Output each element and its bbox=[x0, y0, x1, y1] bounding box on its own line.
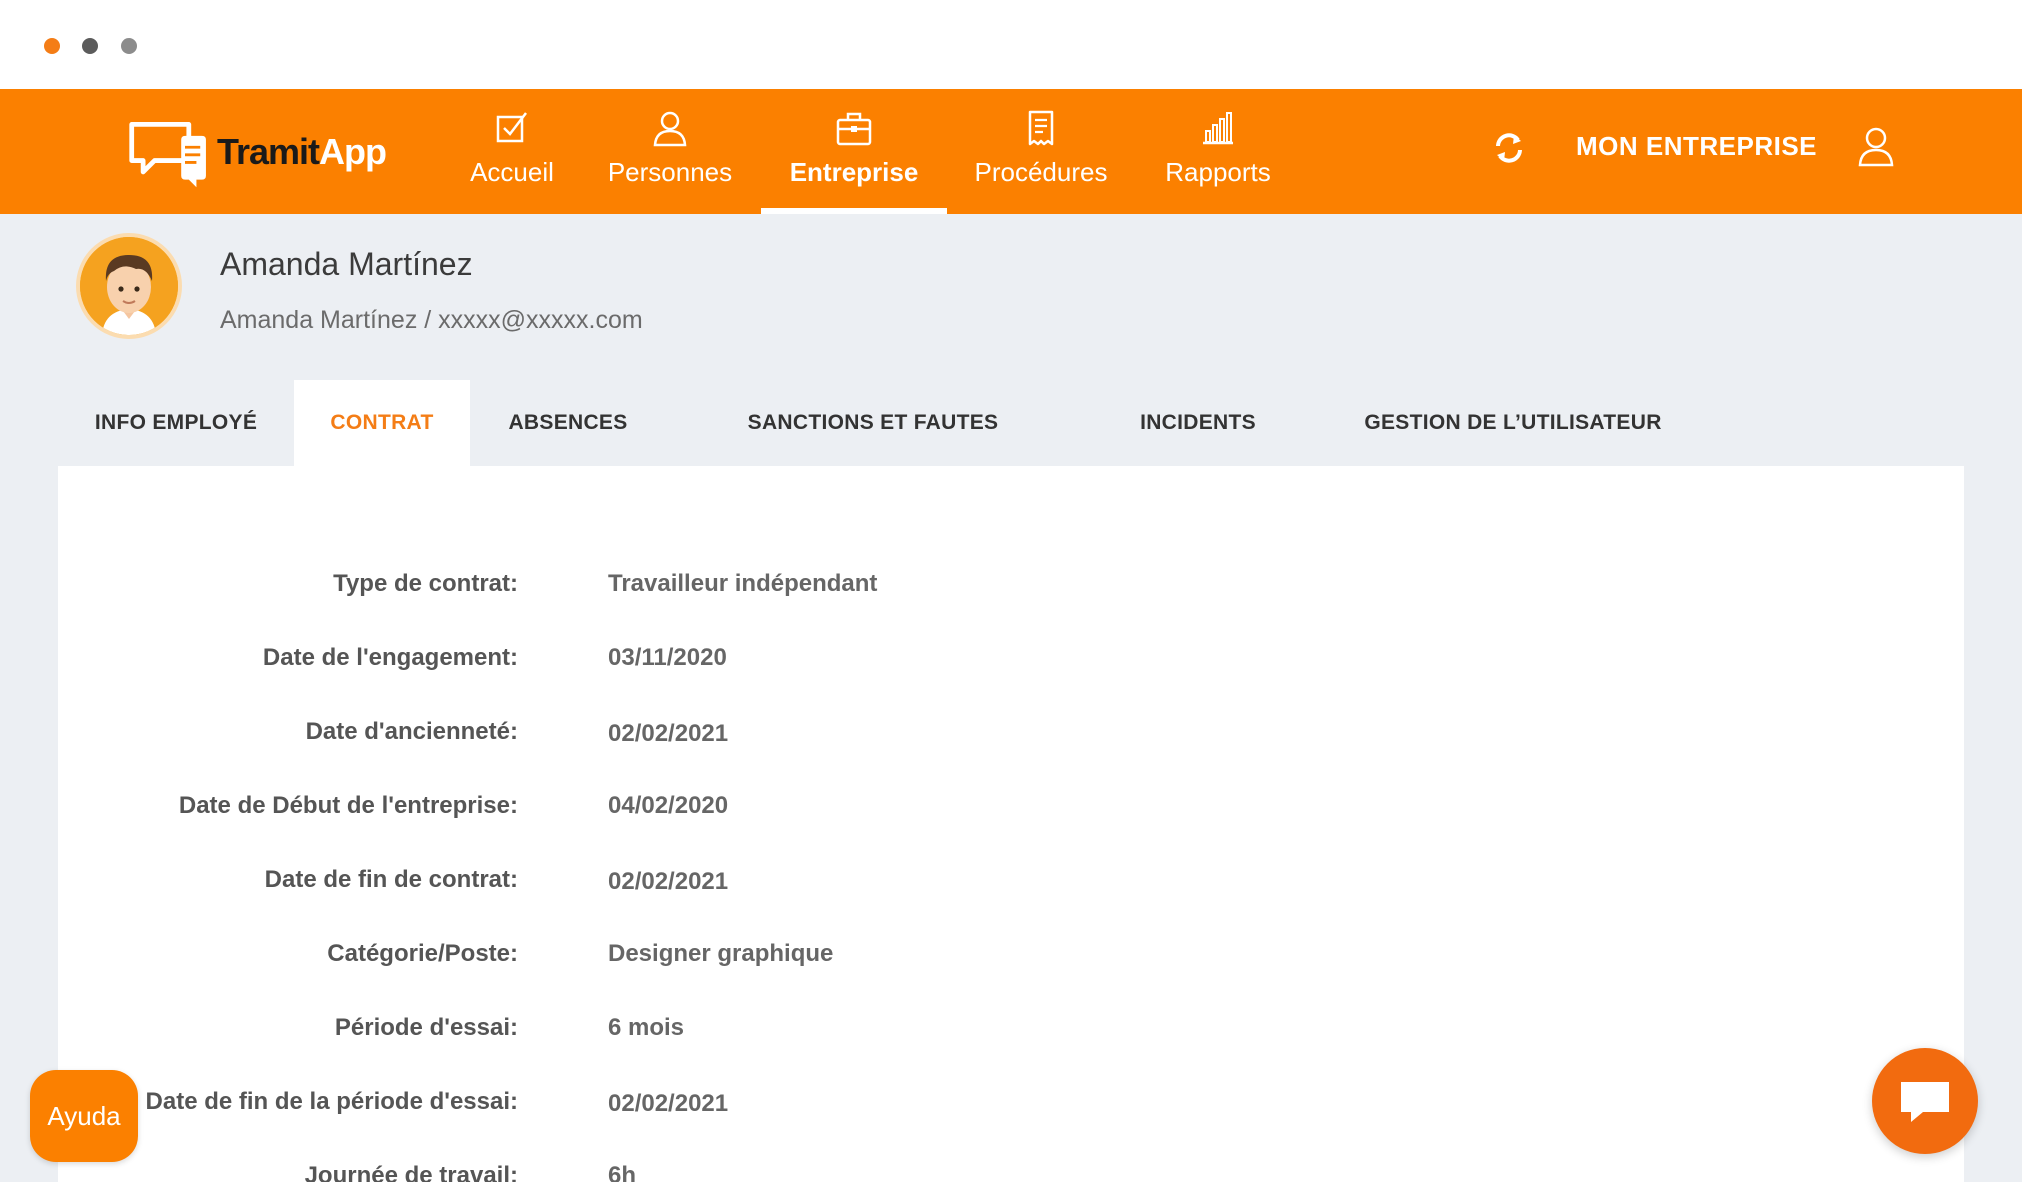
contract-details-panel: Type de contrat: Travailleur indépendant… bbox=[58, 466, 1964, 1182]
person-icon bbox=[652, 109, 688, 147]
help-button[interactable]: Ayuda bbox=[30, 1070, 138, 1162]
nav-label-entreprise: Entreprise bbox=[789, 157, 919, 187]
field-value-date-debut-entreprise: 04/02/2020 bbox=[608, 792, 729, 819]
nav-item-procedures[interactable]: Procédures bbox=[968, 89, 1114, 214]
tab-contrat[interactable]: CONTRAT bbox=[294, 380, 470, 466]
tab-gestion-utilisateur[interactable]: GESTION DE L’UTILISATEUR bbox=[1364, 380, 1661, 466]
window-minimize-dot[interactable] bbox=[82, 38, 98, 54]
field-value-periode-essai: 6 mois bbox=[608, 1014, 685, 1041]
document-icon bbox=[1023, 109, 1059, 147]
field-label-journee-travail: Journée de travail: bbox=[304, 1162, 518, 1182]
user-icon[interactable] bbox=[1856, 125, 1896, 167]
chat-icon bbox=[1901, 1082, 1949, 1122]
checkbox-icon bbox=[494, 109, 530, 147]
nav-item-rapports[interactable]: Rapports bbox=[1160, 89, 1276, 214]
chat-bubbles-logo-icon bbox=[129, 122, 206, 188]
nav-item-personnes[interactable]: Personnes bbox=[602, 89, 738, 214]
top-navigation-bar: TramitApp Accueil Personnes Entreprise P… bbox=[0, 89, 2022, 214]
field-label-date-debut-entreprise: Date de Début de l'entreprise: bbox=[178, 792, 518, 819]
field-label-type-contrat: Type de contrat: bbox=[333, 570, 518, 597]
profile-subtitle: Amanda Martínez / xxxxx@xxxxx.com bbox=[220, 306, 643, 334]
tab-sanctions-et-fautes[interactable]: SANCTIONS ET FAUTES bbox=[728, 380, 1018, 466]
profile-name: Amanda Martínez bbox=[220, 246, 473, 282]
tab-absences[interactable]: ABSENCES bbox=[470, 380, 666, 466]
field-value-journee-travail: 6h bbox=[608, 1162, 637, 1182]
window-titlebar bbox=[0, 0, 2022, 89]
field-label-date-anciennete: Date d'ancienneté: bbox=[305, 718, 518, 745]
nav-label-accueil: Accueil bbox=[470, 157, 554, 187]
company-menu-button[interactable]: MON ENTREPRISE bbox=[1576, 131, 1817, 162]
window-close-dot[interactable] bbox=[44, 38, 60, 54]
bar-chart-icon bbox=[1200, 109, 1236, 147]
tramitapp-logo[interactable]: TramitApp bbox=[126, 109, 387, 195]
window-maximize-dot[interactable] bbox=[121, 38, 137, 54]
field-label-date-engagement: Date de l'engagement: bbox=[262, 644, 518, 671]
field-value-date-engagement: 03/11/2020 bbox=[608, 644, 727, 671]
nav-item-accueil[interactable]: Accueil bbox=[462, 89, 562, 214]
field-value-date-anciennete: 02/02/2021 bbox=[608, 720, 729, 747]
field-label-categorie-poste: Catégorie/Poste: bbox=[327, 940, 518, 967]
briefcase-icon bbox=[836, 109, 872, 147]
nav-label-personnes: Personnes bbox=[607, 157, 733, 187]
field-value-date-fin-contrat: 02/02/2021 bbox=[608, 868, 729, 895]
field-value-type-contrat: Travailleur indépendant bbox=[608, 570, 878, 597]
logo-text-tramit: Tramit bbox=[216, 131, 320, 172]
tab-incidents[interactable]: INCIDENTS bbox=[1128, 380, 1268, 466]
avatar bbox=[76, 233, 182, 339]
refresh-icon[interactable] bbox=[1492, 131, 1526, 165]
nav-label-procedures: Procédures bbox=[974, 157, 1108, 187]
field-label-date-fin-contrat: Date de fin de contrat: bbox=[264, 866, 518, 893]
tab-info-employe[interactable]: INFO EMPLOYÉ bbox=[58, 380, 294, 466]
nav-item-entreprise[interactable]: Entreprise bbox=[761, 89, 947, 214]
profile-tab-bar: INFO EMPLOYÉ CONTRAT ABSENCES SANCTIONS … bbox=[58, 380, 1964, 466]
field-label-periode-essai: Période d'essai: bbox=[334, 1014, 518, 1041]
field-value-categorie-poste: Designer graphique bbox=[608, 940, 834, 967]
logo-text-app: App bbox=[319, 131, 387, 172]
field-value-date-fin-periode-essai: 02/02/2021 bbox=[608, 1090, 729, 1117]
field-label-date-fin-periode-essai: Date de fin de la période d'essai: bbox=[145, 1088, 518, 1115]
chat-button[interactable] bbox=[1872, 1048, 1978, 1154]
nav-label-rapports: Rapports bbox=[1165, 157, 1271, 187]
